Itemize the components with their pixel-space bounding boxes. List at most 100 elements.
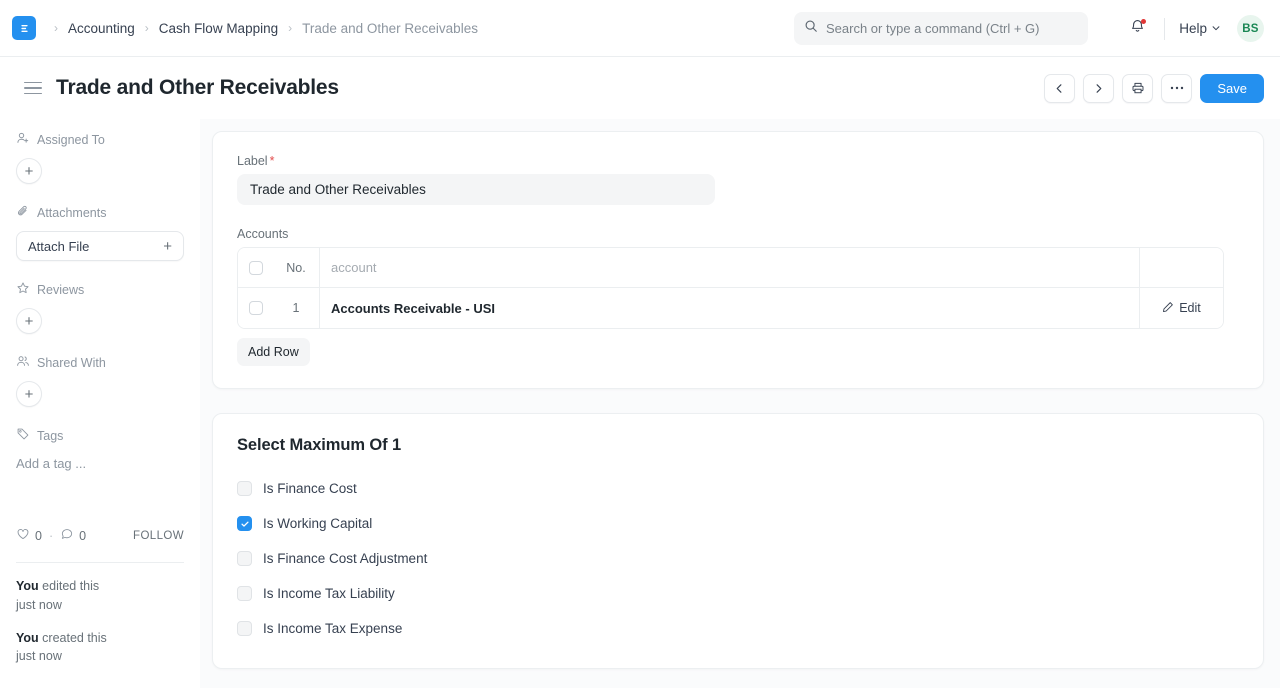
printer-icon [1132,82,1144,94]
checkbox-is-income-tax-liability[interactable]: Is Income Tax Liability [237,576,1239,611]
search-input[interactable] [826,21,1078,36]
sidebar-section-assigned-to: Assigned To + [16,131,184,184]
previous-document-button[interactable] [1044,73,1076,103]
accounts-grid: No. account 1 Accounts Receivable - USI [237,247,1224,329]
checkbox-box[interactable] [237,621,252,636]
breadcrumb-separator: › [54,21,58,35]
row-edit-button[interactable]: Edit [1140,288,1223,328]
row-select-cell [238,288,273,328]
checkbox-label: Is Working Capital [263,516,373,531]
navbar-actions: Help BS [1122,0,1264,57]
label-input[interactable] [237,174,715,205]
pencil-icon [1162,301,1174,316]
chevron-right-icon [1096,83,1102,93]
row-number: 1 [273,288,320,328]
checkbox-box[interactable] [237,586,252,601]
breadcrumb-separator: › [144,21,149,35]
add-row-button[interactable]: Add Row [237,338,310,366]
activity-item: You edited this just now [16,577,184,615]
label-text: Label [237,154,268,168]
row-edit-label: Edit [1179,301,1201,315]
page-header: Trade and Other Receivables Save [0,57,1280,119]
shared-with-label: Shared With [37,355,106,370]
breadcrumb-item-accounting[interactable]: Accounting [66,21,137,36]
activity-action: created this [38,630,107,645]
checkbox-label: Is Income Tax Expense [263,621,403,636]
attach-file-button[interactable]: Attach File + [16,231,184,261]
add-assignment-button[interactable]: + [16,158,42,184]
notifications-button[interactable] [1122,14,1152,44]
breadcrumb: › Accounting › Cash Flow Mapping › Trade… [46,21,480,36]
table-row[interactable]: 1 Accounts Receivable - USI Edit [238,288,1223,328]
breadcrumb-item-cash-flow-mapping[interactable]: Cash Flow Mapping [157,21,280,36]
like-control[interactable]: 0 [16,527,42,544]
attachments-label: Attachments [37,205,107,220]
paperclip-icon [16,204,30,221]
checkbox-box[interactable] [237,481,252,496]
select-all-cell [238,248,273,287]
row-account-value[interactable]: Accounts Receivable - USI [320,288,1140,328]
checkbox-is-finance-cost[interactable]: Is Finance Cost [237,471,1239,506]
users-icon [16,354,30,371]
checkbox-is-working-capital[interactable]: Is Working Capital [237,506,1239,541]
sidebar-section-tags: Tags Add a tag ... [16,427,184,473]
checkbox-label: Is Finance Cost Adjustment [263,551,428,566]
social-row: 0 · 0 FOLLOW [16,527,184,544]
add-review-button[interactable]: + [16,308,42,334]
tag-icon [16,427,30,444]
max-select-card: Select Maximum Of 1 Is Finance Cost Is W… [212,413,1264,669]
activity-actor: You [16,579,39,593]
help-label: Help [1179,21,1207,36]
checkbox-is-finance-cost-adjustment[interactable]: Is Finance Cost Adjustment [237,541,1239,576]
checkbox-box[interactable] [237,516,252,531]
next-document-button[interactable] [1083,73,1115,103]
global-search[interactable] [794,12,1088,45]
plus-icon: + [163,237,172,255]
form-sidebar: Assigned To + Attachments Attach File + [0,119,200,688]
star-icon [16,281,30,298]
row-checkbox[interactable] [248,301,263,315]
breadcrumb-item-current: Trade and Other Receivables [302,20,478,36]
help-menu[interactable]: Help [1177,17,1223,40]
follow-button[interactable]: FOLLOW [133,530,184,542]
grid-header-account: account [320,248,1140,287]
section-title: Select Maximum Of 1 [237,436,402,454]
accounts-table-label: Accounts [237,227,289,241]
add-share-button[interactable]: + [16,381,42,407]
activity-time: just now [16,597,62,612]
sidebar-section-shared-with: Shared With + [16,354,184,407]
hamburger-icon[interactable] [24,78,44,98]
assigned-to-label: Assigned To [37,132,105,147]
sidebar-divider [16,562,184,563]
social-separator: · [48,528,54,543]
checkbox-label: Is Finance Cost [263,481,357,496]
add-tag-input[interactable]: Add a tag ... [16,454,184,473]
ellipsis-icon [1170,86,1184,90]
form-content: Label* Accounts No. account [200,119,1280,688]
save-button[interactable]: Save [1200,73,1264,103]
select-all-checkbox[interactable] [248,260,263,275]
navbar-divider [1164,17,1166,40]
comment-control[interactable]: 0 [60,527,86,544]
page-actions: Save [1044,73,1264,103]
reviews-heading: Reviews [16,281,184,298]
chevron-down-icon [1211,21,1221,36]
user-plus-icon [16,131,30,148]
search-icon [804,19,818,38]
erpnext-logo-icon[interactable] [12,16,36,40]
activity-time: just now [16,649,62,664]
activity-action: edited this [38,579,100,593]
sidebar-section-reviews: Reviews + [16,281,184,334]
grid-header-row: No. account [238,248,1223,288]
print-button[interactable] [1122,73,1154,103]
grid-header-no: No. [273,248,320,287]
checkbox-is-income-tax-expense[interactable]: Is Income Tax Expense [237,611,1239,646]
more-options-button[interactable] [1161,73,1193,103]
like-count: 0 [35,528,42,543]
checkbox-box[interactable] [237,551,252,566]
comment-count: 0 [79,528,87,543]
tags-heading: Tags [16,427,184,444]
page-title: Trade and Other Receivables [56,76,339,99]
avatar[interactable]: BS [1237,15,1264,42]
grid-header-actions [1140,248,1223,287]
